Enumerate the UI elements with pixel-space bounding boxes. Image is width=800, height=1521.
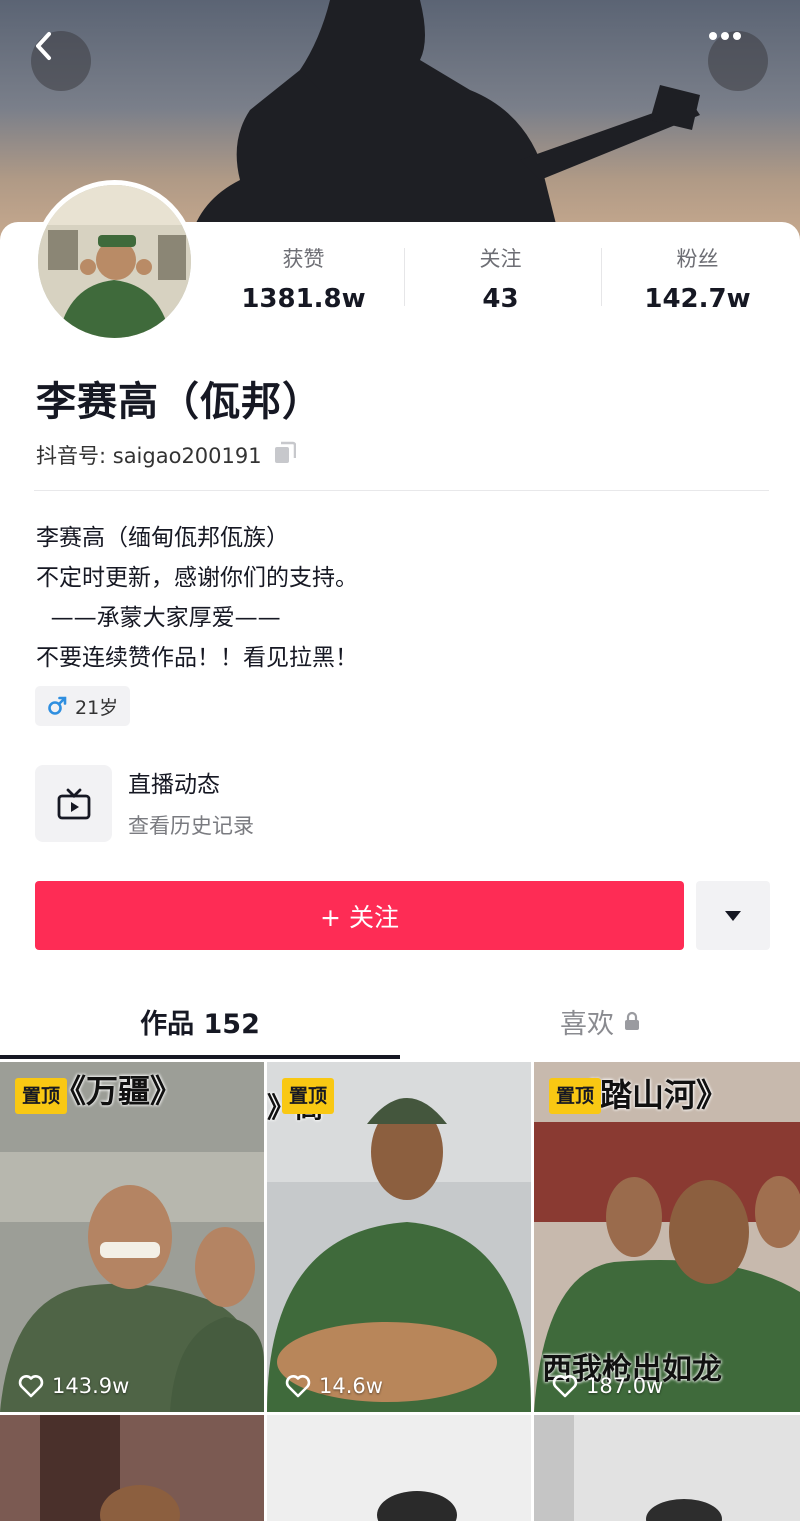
heart-icon (285, 1375, 311, 1398)
tab-likes[interactable]: 喜欢 (400, 985, 800, 1057)
stat-label: 关注 (479, 247, 522, 271)
video-thumbnail[interactable]: 》高 置顶 14.6w (267, 1062, 531, 1412)
tab-label: 喜欢 (560, 1008, 614, 1040)
bio-line: 不定时更新，感谢你们的支持。 (36, 565, 358, 591)
video-thumbnail[interactable] (267, 1415, 531, 1521)
follow-label: + 关注 (320, 902, 399, 932)
profile-name: 李赛高（佤邦） (36, 379, 323, 425)
video-thumbnail-image (0, 1062, 264, 1412)
profile-bio: 李赛高（缅甸佤邦佤族） 不定时更新，感谢你们的支持。 ——承蒙大家厚爱—— 不要… (36, 518, 358, 678)
likes-count: 14.6w (319, 1374, 383, 1398)
stat-likes[interactable]: 获赞 1381.8w (205, 244, 402, 314)
heart-icon (552, 1375, 578, 1398)
video-thumbnail-image (534, 1415, 800, 1521)
bio-line: 李赛高（缅甸佤邦佤族） (36, 525, 289, 551)
active-tab-indicator (0, 1055, 400, 1059)
stat-value: 1381.8w (241, 284, 366, 314)
video-thumbnail-image (0, 1415, 264, 1521)
avatar-photo (38, 185, 191, 338)
tab-works[interactable]: 作品 152 (0, 985, 400, 1057)
live-history-subtitle: 查看历史记录 (128, 814, 254, 838)
ellipsis-icon (709, 32, 741, 40)
age-label: 21岁 (75, 696, 119, 719)
stat-value: 142.7w (644, 284, 751, 314)
stat-label: 粉丝 (676, 247, 719, 271)
copy-icon[interactable] (274, 441, 296, 470)
bio-line: ——承蒙大家厚爱—— (36, 605, 281, 631)
video-overlay-title: 《万疆》 (54, 1072, 183, 1110)
pinned-badge: 置顶 (15, 1078, 68, 1114)
triangle-down-icon (725, 910, 741, 921)
tv-play-icon (57, 788, 90, 819)
stat-divider (601, 248, 602, 306)
more-actions-dropdown[interactable] (696, 881, 770, 950)
bio-line: 不要连续赞作品！！看见拉黑！ (36, 645, 358, 671)
likes-count: 187.0w (586, 1374, 664, 1398)
likes-count: 143.9w (52, 1374, 130, 1398)
live-history-icon-box[interactable] (35, 765, 112, 842)
video-thumbnail[interactable] (0, 1415, 264, 1521)
stat-followers[interactable]: 粉丝 142.7w (599, 244, 796, 314)
video-likes: 187.0w (552, 1374, 663, 1398)
pinned-badge: 置顶 (282, 1078, 335, 1114)
stat-divider (404, 248, 405, 306)
video-thumbnail[interactable]: 《踏山河》 西我枪出如龙 置顶 187.0w (534, 1062, 800, 1412)
video-grid: 《万疆》 置顶 143.9w 》高 置顶 14.6w (0, 1062, 800, 1521)
tab-label: 作品 152 (140, 1008, 260, 1040)
video-likes: 143.9w (18, 1374, 129, 1398)
avatar[interactable] (33, 180, 196, 343)
back-button[interactable] (31, 31, 91, 91)
video-likes: 14.6w (285, 1374, 383, 1398)
profile-stats: 获赞 1381.8w 关注 43 粉丝 142.7w (205, 244, 800, 314)
douyin-id-row: 抖音号: saigao200191 (36, 440, 296, 470)
heart-icon (18, 1375, 44, 1398)
section-divider (34, 490, 769, 491)
chevron-left-icon (36, 32, 51, 60)
follow-button[interactable]: + 关注 (35, 881, 684, 950)
lock-icon (625, 1011, 639, 1030)
douyin-id: 抖音号: saigao200191 (36, 444, 262, 468)
video-thumbnail[interactable] (534, 1415, 800, 1521)
male-icon (48, 696, 67, 715)
stat-label: 获赞 (282, 247, 325, 271)
content-tabs: 作品 152 喜欢 (0, 985, 800, 1060)
age-tag: 21岁 (35, 686, 131, 726)
video-thumbnail-image (267, 1415, 531, 1521)
stat-following[interactable]: 关注 43 (402, 244, 599, 314)
pinned-badge: 置顶 (549, 1078, 602, 1114)
more-options-button[interactable] (708, 31, 768, 91)
video-thumbnail[interactable]: 《万疆》 置顶 143.9w (0, 1062, 264, 1412)
live-history-title[interactable]: 直播动态 (128, 768, 220, 802)
stat-value: 43 (482, 284, 519, 314)
